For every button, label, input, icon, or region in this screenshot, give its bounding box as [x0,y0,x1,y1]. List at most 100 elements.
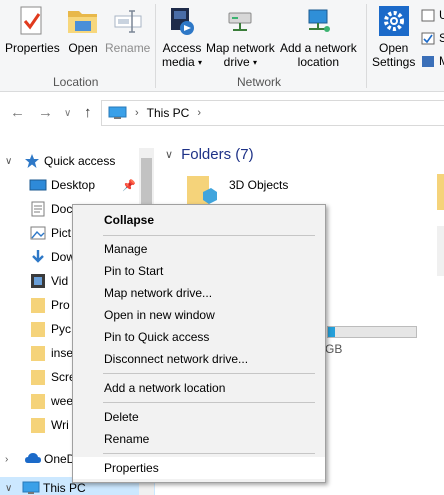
folder-icon [29,393,47,409]
chevron-down-icon[interactable]: ∨ [5,483,12,494]
forward-arrow-icon[interactable]: → [38,104,53,121]
menu-separator [103,373,315,374]
uninstall-icon [421,9,435,22]
ribbon: Properties Open Rename Location Access m… [0,0,444,92]
add-network-location-button[interactable]: Add a network location [280,4,357,69]
properties-label: Properties [5,41,60,55]
sidebar-item-label: Vid [51,274,69,288]
folder-icon[interactable] [437,226,444,276]
breadcrumb-chevron[interactable]: › [197,107,201,119]
film-icon [29,273,47,289]
sidebar-item-label: wee [51,394,74,408]
open-button[interactable]: Open [66,4,100,55]
download-arrow-icon [29,249,47,265]
location-group-label: Location [53,75,99,89]
open-settings-label-2: Settings [372,55,416,69]
dropdown-arrow-icon: ▾ [198,57,203,67]
add-location-label-2: location [297,55,340,69]
sidebar-item-label: Pro [51,298,70,312]
sidebar-item-quick-access[interactable]: ∨ Quick access [0,149,155,173]
cloud-icon [24,451,42,467]
back-arrow-icon[interactable]: ← [10,104,25,121]
add-location-label-1: Add a network [280,41,357,55]
uninstall-program-button[interactable]: U [421,8,444,22]
access-media-label-2: media [162,55,195,69]
3d-objects-folder-icon[interactable] [185,174,217,206]
menu-item-rename[interactable]: Rename [73,428,325,450]
folders-group-title: Folders (7) [181,146,254,163]
network-drive-icon [223,4,257,38]
folder-icon [29,321,47,337]
chevron-right-icon[interactable]: › [5,454,8,465]
sidebar-item-label: This PC [43,481,86,495]
rename-label: Rename [105,41,151,55]
system-properties-label: S [439,31,444,45]
manage-button[interactable]: M [421,54,444,68]
sidebar-item-label: Pyc [51,322,72,336]
folder-icon[interactable] [437,174,444,210]
menu-item-add-network-location[interactable]: Add a network location [73,377,325,399]
menu-item-delete[interactable]: Delete [73,406,325,428]
drive-size-text: GB [325,342,343,356]
properties-button[interactable]: Properties [5,4,60,55]
sidebar-item-label: inse [51,346,74,360]
menu-item-properties[interactable]: Properties [73,457,325,479]
network-group-label: Network [237,75,282,89]
map-drive-label-1: Map network [206,41,275,55]
ribbon-separator [366,4,367,88]
breadcrumb-this-pc[interactable]: This PC [147,106,190,120]
ribbon-separator [155,4,156,88]
folder-icon [29,345,47,361]
manage-icon [421,55,435,68]
recent-locations-chevron-icon[interactable]: ∨ [64,108,71,119]
menu-item-pin-to-quick-access[interactable]: Pin to Quick access [73,326,325,348]
uninstall-label: U [439,8,444,22]
menu-separator [103,235,315,236]
map-network-drive-button[interactable]: Map network drive ▾ [206,4,275,70]
system-properties-icon [421,32,435,45]
computer-icon [22,480,40,495]
sidebar-item-label: Pict [51,226,72,240]
computer-icon [108,106,127,120]
access-media-label-1: Access [162,41,202,55]
pin-icon[interactable]: 📌 [122,179,136,192]
menu-item-open-in-new-window[interactable]: Open in new window [73,304,325,326]
access-media-button[interactable]: Access media ▾ [162,4,202,70]
dropdown-arrow-icon: ▾ [253,57,258,67]
gear-icon [377,4,411,38]
menu-item-manage[interactable]: Manage [73,238,325,260]
folder-icon [29,369,47,385]
sidebar-item-label: Doc [51,202,73,216]
menu-item-map-network-drive[interactable]: Map network drive... [73,282,325,304]
folder-icon [29,417,47,433]
star-icon [24,153,42,169]
address-bar[interactable]: › This PC › [101,100,444,126]
pictures-icon [29,225,47,241]
sidebar-item-label: Quick access [44,154,116,168]
open-settings-button[interactable]: Open Settings [372,4,415,69]
sidebar-item-desktop[interactable]: Desktop 📌 [0,173,155,197]
menu-separator [103,402,315,403]
manage-label: M [439,54,444,68]
desktop-icon [29,177,47,193]
rename-icon [111,4,145,38]
chevron-down-icon[interactable]: ∨ [5,156,12,167]
drive-usage-bar [327,326,417,338]
open-folder-icon [66,4,100,38]
sidebar-item-label: Desktop [51,178,96,192]
menu-item-collapse[interactable]: Collapse [73,209,325,231]
menu-item-disconnect-network-drive[interactable]: Disconnect network drive... [73,348,325,370]
menu-separator [103,453,315,454]
folder-3d-objects[interactable]: 3D Objects [229,178,288,192]
drive-usage-fill [328,327,336,337]
up-arrow-icon[interactable]: ↑ [84,104,92,121]
rename-button[interactable]: Rename [105,4,150,55]
breadcrumb-chevron[interactable]: › [135,107,139,119]
open-label: Open [68,41,98,55]
sidebar-item-label: OneD [44,452,76,466]
chevron-down-icon: ∨ [165,149,174,161]
system-properties-button[interactable]: S [421,31,444,45]
sidebar-item-label: Wri [51,418,69,432]
folders-group-header[interactable]: ∨ Folders (7) [165,146,254,163]
menu-item-pin-to-start[interactable]: Pin to Start [73,260,325,282]
